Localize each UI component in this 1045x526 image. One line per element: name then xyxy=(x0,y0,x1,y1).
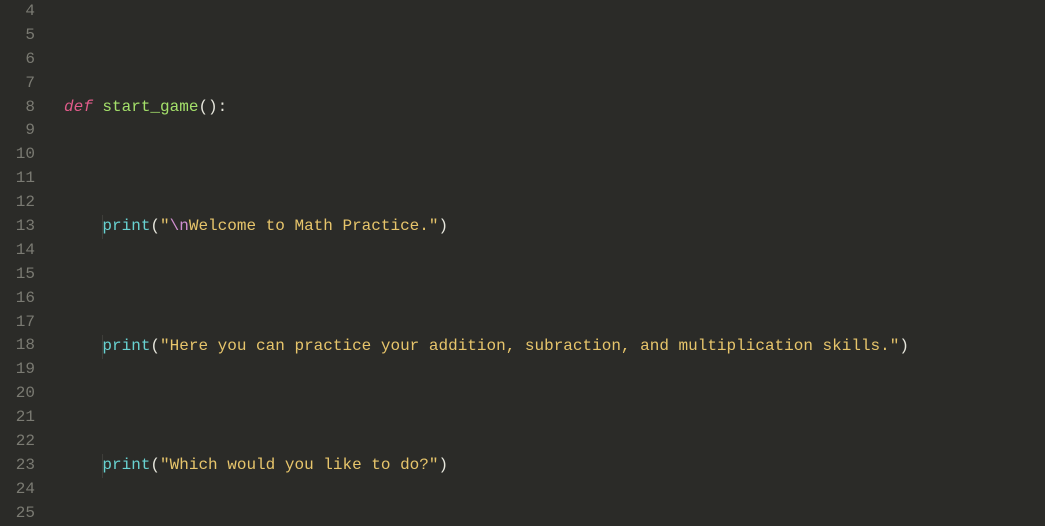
code-editor[interactable]: 4 5 6 7 8 9 10 11 12 13 14 15 16 17 18 1… xyxy=(0,0,1045,526)
string-literal: Which would you like to do? xyxy=(170,456,429,474)
line-number-gutter: 4 5 6 7 8 9 10 11 12 13 14 15 16 17 18 1… xyxy=(0,0,50,526)
line-number: 23 xyxy=(0,454,50,478)
line-number: 8 xyxy=(0,96,50,120)
line-number: 21 xyxy=(0,406,50,430)
line-number: 15 xyxy=(0,263,50,287)
colon: : xyxy=(218,98,228,116)
string-literal: Here you can practice your addition, sub… xyxy=(170,337,890,355)
line-number: 20 xyxy=(0,382,50,406)
builtin-print: print xyxy=(102,217,150,235)
function-name: start_game xyxy=(102,98,198,116)
builtin-print: print xyxy=(102,337,150,355)
line-number: 22 xyxy=(0,430,50,454)
line-number: 5 xyxy=(0,24,50,48)
keyword-def: def xyxy=(64,98,93,116)
line-number: 7 xyxy=(0,72,50,96)
line-number: 4 xyxy=(0,0,50,24)
line-number: 11 xyxy=(0,167,50,191)
parens: () xyxy=(198,98,217,116)
line-number: 6 xyxy=(0,48,50,72)
line-number: 13 xyxy=(0,215,50,239)
code-line[interactable]: def start_game(): xyxy=(64,96,1045,120)
code-line[interactable]: print("\nWelcome to Math Practice.") xyxy=(64,215,1045,239)
code-line[interactable]: print("Here you can practice your additi… xyxy=(64,335,1045,359)
line-number: 24 xyxy=(0,478,50,502)
line-number: 19 xyxy=(0,358,50,382)
line-number: 14 xyxy=(0,239,50,263)
string-literal: Welcome to Math Practice. xyxy=(189,217,429,235)
code-area[interactable]: def start_game(): print("\nWelcome to Ma… xyxy=(50,0,1045,526)
builtin-print: print xyxy=(102,456,150,474)
line-number: 25 xyxy=(0,502,50,526)
line-number: 17 xyxy=(0,311,50,335)
line-number: 18 xyxy=(0,334,50,358)
code-line[interactable]: print("Which would you like to do?") xyxy=(64,454,1045,478)
line-number: 12 xyxy=(0,191,50,215)
line-number: 10 xyxy=(0,143,50,167)
escape-sequence: \n xyxy=(170,217,189,235)
line-number: 16 xyxy=(0,287,50,311)
line-number: 9 xyxy=(0,119,50,143)
